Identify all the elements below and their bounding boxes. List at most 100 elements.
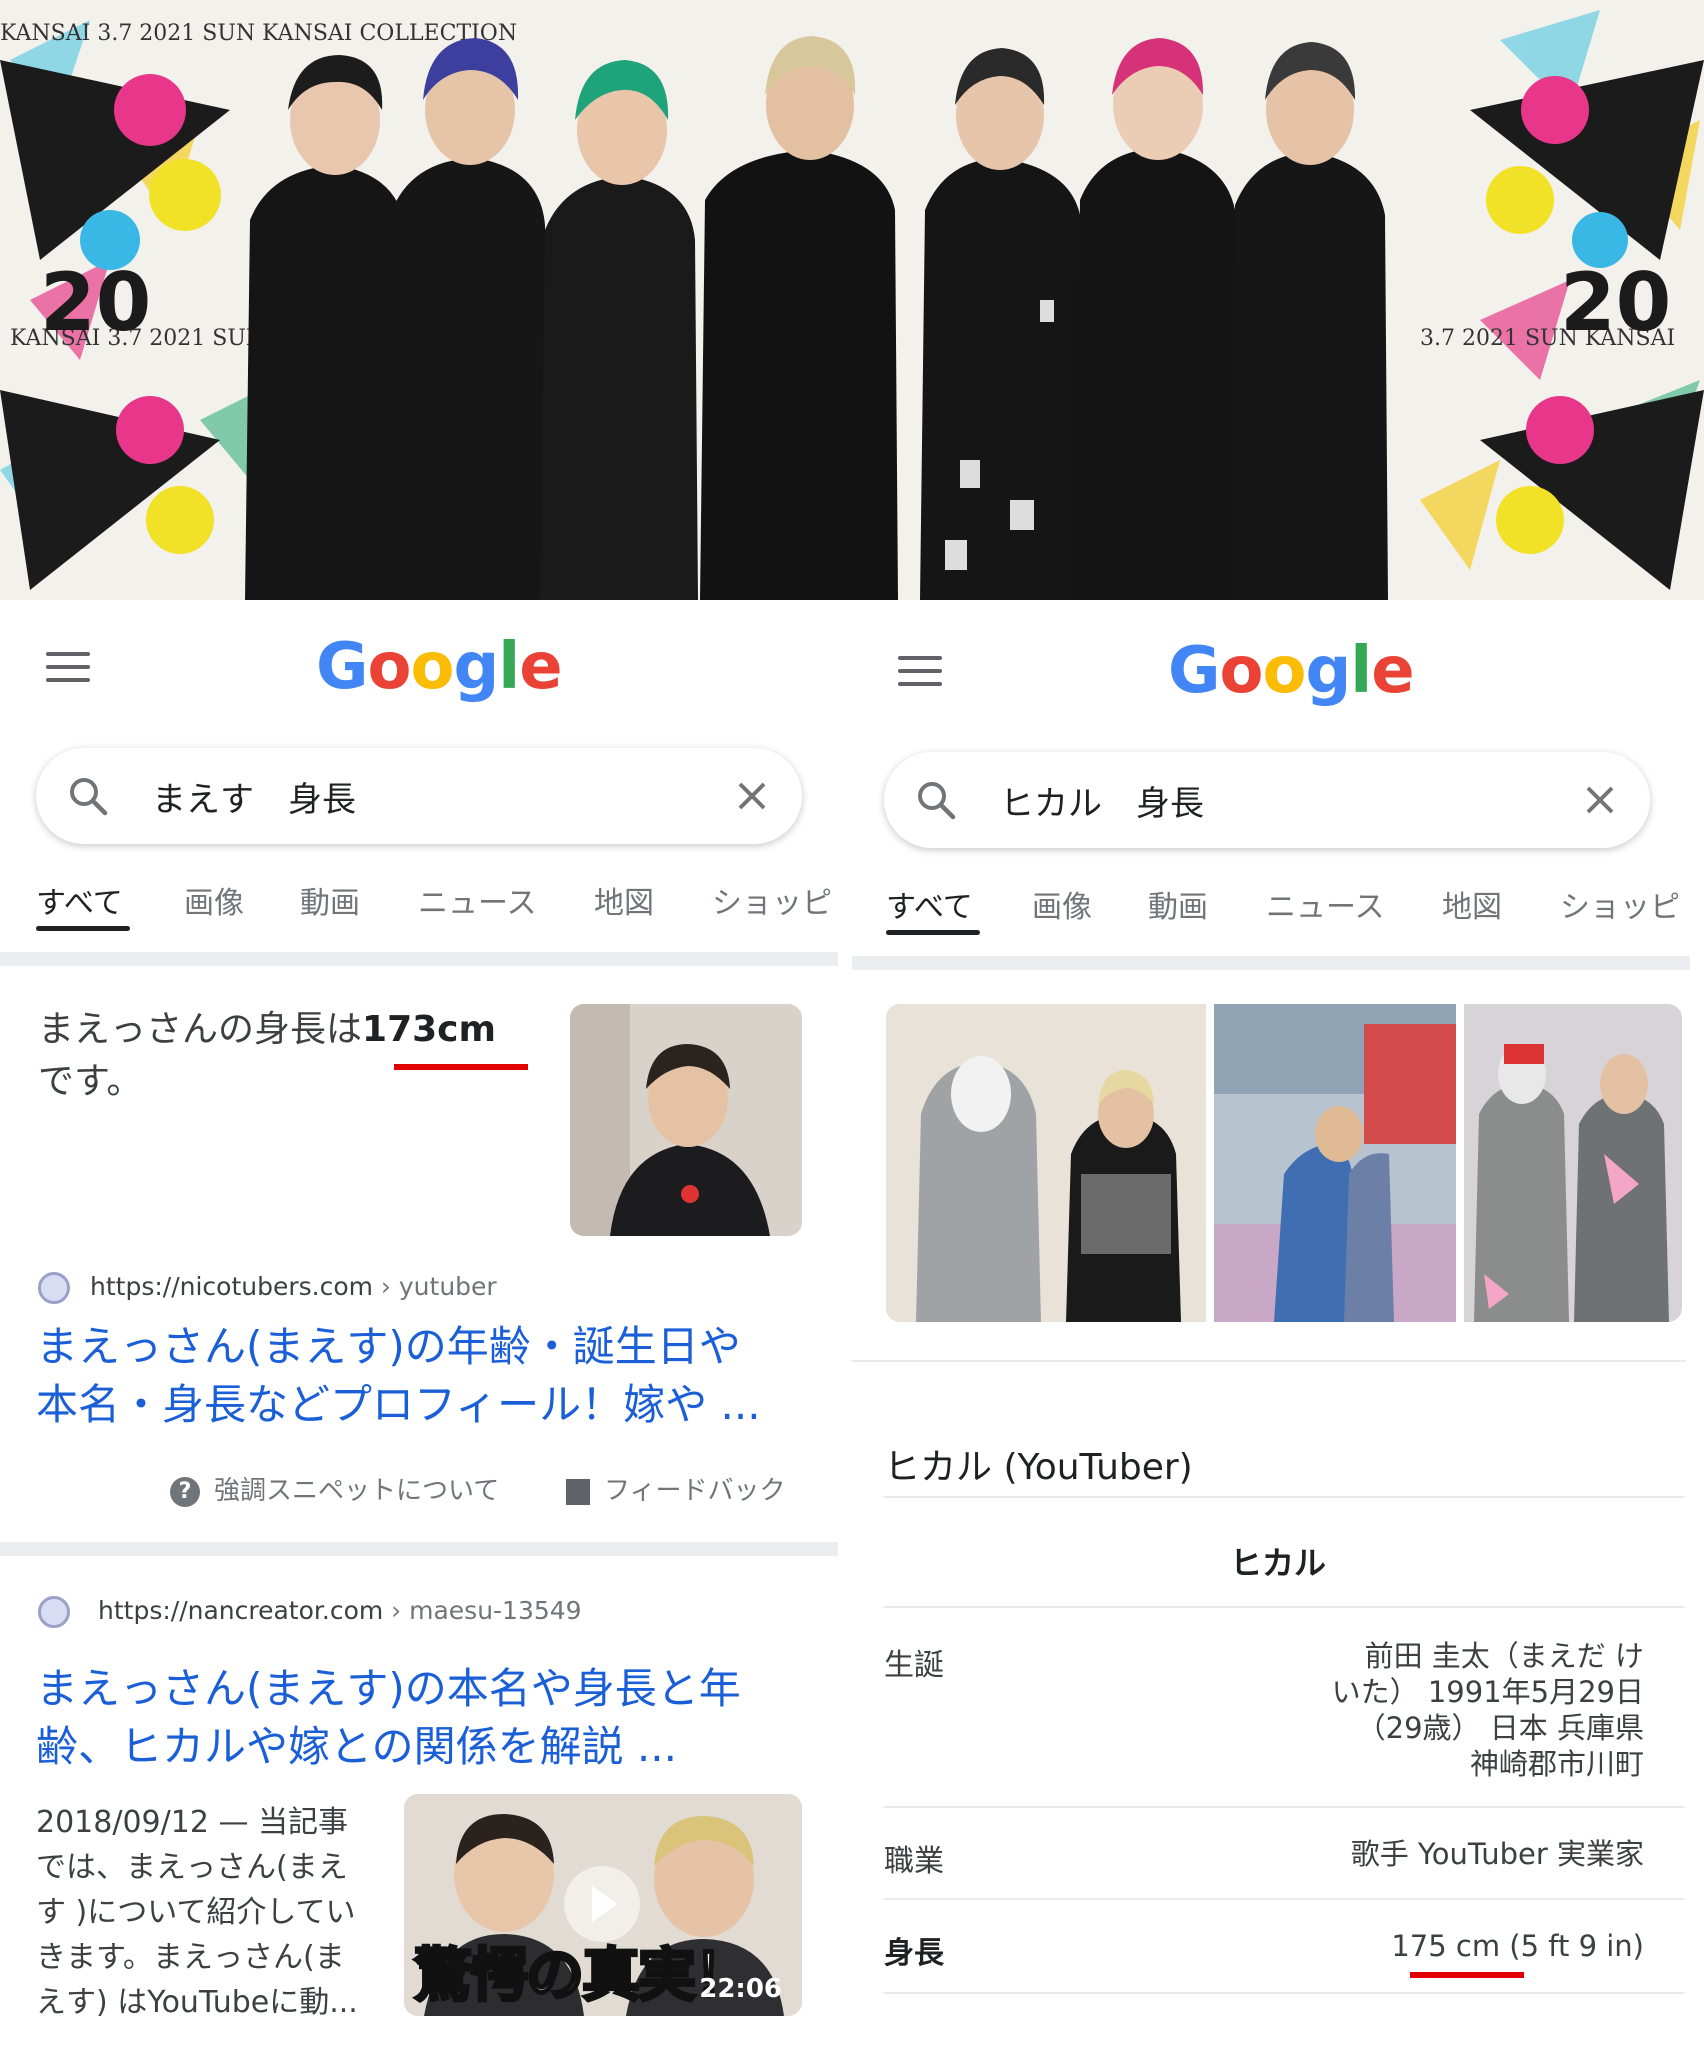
section-divider-2: [0, 1542, 838, 1556]
result1-title-line1: まえっさん(まえす)の年齢・誕生日や: [36, 1322, 741, 1371]
answer-prefix: まえっさんの身長は: [38, 1009, 363, 1050]
active-tab-indicator-2: [886, 930, 980, 935]
tab-videos-2[interactable]: 動画: [1148, 882, 1208, 926]
kp-divider-3: [884, 1606, 1684, 1608]
result2-video-thumbnail[interactable]: 驚愕の真実！ 22:06: [404, 1794, 802, 2016]
search-icon-2[interactable]: [914, 778, 958, 822]
result1-title-link[interactable]: まえっさん(まえす)の年齢・誕生日や 本名・身長などプロフィール！嫁や ...: [36, 1318, 836, 1434]
result2-url[interactable]: https://nancreator.com › maesu-13549: [98, 1596, 582, 1625]
tab-images-2[interactable]: 画像: [1032, 882, 1092, 926]
left-search-panel: Google まえす 身長 すべて 画像 動画 ニュース 地図 ショッピ まえっ…: [0, 600, 852, 2048]
result2-snippet-line5: えす) はYouTubeに動...: [36, 1985, 358, 2020]
tab-maps[interactable]: 地図: [594, 878, 654, 922]
result2-snippet-line4: きます。まえっさん(ま: [36, 1940, 345, 1975]
kp-divider-2: [884, 1496, 1684, 1498]
tab-news-2[interactable]: ニュース: [1266, 882, 1385, 926]
born-line3: （29歳） 日本 兵庫県: [1356, 1711, 1644, 1745]
kp-divider-6: [884, 1992, 1684, 1994]
born-line2: いた） 1991年5月29日: [1331, 1675, 1644, 1709]
video-duration: 22:06: [699, 1974, 782, 2004]
height-imperial: (5 ft 9 in): [1500, 1929, 1644, 1963]
snippet-thumbnail[interactable]: [570, 1004, 802, 1236]
result2-title-line1: まえっさん(まえす)の本名や身長と年: [36, 1664, 741, 1713]
feedback-link[interactable]: フィードバック: [566, 1470, 785, 1507]
result1-title-line2: 本名・身長などプロフィール！嫁や ...: [36, 1380, 761, 1429]
height-value: 175 cm (5 ft 9 in): [1391, 1928, 1644, 1964]
about-snippet-label: 強調スニペットについて: [214, 1476, 500, 1506]
image-result-3-picture: [1464, 1004, 1682, 1322]
tab-videos[interactable]: 動画: [300, 878, 360, 922]
feedback-label: フィードバック: [604, 1476, 786, 1506]
image-result-1-picture: [886, 1004, 1206, 1322]
feedback-icon: [566, 1478, 590, 1505]
menu-icon[interactable]: [46, 652, 90, 682]
tab-bar-2: すべて 画像 動画 ニュース 地図 ショッピ: [852, 874, 1692, 946]
google-logo-2[interactable]: Google: [1168, 634, 1415, 708]
knowledge-panel-name: ヒカル: [1229, 1544, 1326, 1582]
kp-divider-4: [884, 1806, 1684, 1808]
search-input[interactable]: まえす 身長: [36, 748, 802, 844]
menu-icon-2[interactable]: [898, 656, 942, 686]
result2-snippet-line3: す )について紹介してい: [36, 1895, 356, 1930]
result1-url[interactable]: https://nicotubers.com › yutuber: [90, 1272, 497, 1301]
result1-site: https://nicotubers.com: [90, 1272, 373, 1301]
section-divider-3: [852, 956, 1690, 970]
about-snippet-link[interactable]: ? 強調スニペットについて: [170, 1470, 499, 1507]
featured-snippet-answer: まえっさんの身長は173cm です。: [38, 1004, 558, 1108]
tab-shopping-2[interactable]: ショッピ: [1560, 882, 1680, 926]
result2-title-line2: 齢、ヒカルや嫁との関係を解説 ...: [36, 1722, 677, 1771]
result2-snippet-line2: では、まえっさん(まえ: [36, 1850, 348, 1885]
tab-images[interactable]: 画像: [184, 878, 244, 922]
result2-crumb: › maesu-13549: [383, 1596, 582, 1625]
right-search-panel: Google ヒカル 身長 すべて 画像 動画 ニュース 地図 ショッピ ヒカル…: [852, 600, 1704, 2048]
result2-snippet-line1: 2018/09/12 — 当記事: [36, 1805, 348, 1840]
tab-all-2[interactable]: すべて: [886, 882, 973, 926]
image-result-1[interactable]: [886, 1004, 1206, 1322]
height-highlight-underline: [1410, 1972, 1524, 1978]
search-query-text-2: ヒカル 身長: [1000, 784, 1204, 824]
clear-icon[interactable]: [730, 774, 774, 818]
backdrop-text: KANSAI 3.7 2021 SUN KANSAI COLLECTION: [0, 21, 517, 46]
born-value: 前田 圭太（まえだ け いた） 1991年5月29日 （29歳） 日本 兵庫県 …: [1332, 1638, 1644, 1782]
tab-bar: すべて 画像 動画 ニュース 地図 ショッピ: [0, 870, 840, 942]
result1-crumb: › yutuber: [372, 1272, 497, 1301]
kp-divider-1: [852, 1360, 1686, 1362]
result2-snippet: 2018/09/12 — 当記事 では、まえっさん(まえ す )について紹介して…: [36, 1800, 376, 2025]
group-photo-illustration: KANSAI 3.7 2021 SUN KANSAI COLLECTION KA…: [0, 0, 1704, 600]
backdrop-numeral: 20: [40, 256, 151, 349]
active-tab-indicator: [36, 926, 130, 931]
section-divider: [0, 952, 838, 966]
result2-title-link[interactable]: まえっさん(まえす)の本名や身長と年 齢、ヒカルや嫁との関係を解説 ...: [36, 1660, 836, 1776]
google-logo[interactable]: Google: [316, 630, 563, 704]
tab-news[interactable]: ニュース: [418, 878, 537, 922]
answer-value: 173cm: [362, 1009, 497, 1050]
image-result-3[interactable]: [1464, 1004, 1682, 1322]
image-result-2-picture: [1214, 1004, 1456, 1322]
backdrop-numeral-2: 20: [1560, 256, 1671, 349]
help-icon: ?: [170, 1476, 200, 1507]
search-input-2[interactable]: ヒカル 身長: [884, 752, 1650, 848]
answer-highlight-underline: [394, 1064, 528, 1070]
job-label: 職業: [884, 1844, 944, 1879]
site-favicon-icon-2: [38, 1596, 70, 1628]
group-photo: KANSAI 3.7 2021 SUN KANSAI COLLECTION KA…: [0, 0, 1704, 600]
search-query-text: まえす 身長: [152, 780, 356, 820]
tab-all[interactable]: すべて: [36, 878, 123, 922]
snippet-thumbnail-image: [570, 1004, 802, 1236]
result2-site: https://nancreator.com: [98, 1596, 384, 1625]
kp-divider-5: [884, 1898, 1684, 1900]
born-label: 生誕: [884, 1648, 944, 1683]
born-line1: 前田 圭太（まえだ け: [1364, 1639, 1644, 1673]
tab-maps-2[interactable]: 地図: [1442, 882, 1502, 926]
height-label: 身長: [884, 1936, 944, 1971]
job-value: 歌手 YouTuber 実業家: [1350, 1837, 1644, 1871]
image-result-2[interactable]: [1214, 1004, 1456, 1322]
site-favicon-icon: [38, 1272, 70, 1304]
search-icon[interactable]: [66, 774, 110, 818]
knowledge-panel-title: ヒカル (YouTuber): [884, 1447, 1193, 1488]
tab-shopping[interactable]: ショッピ: [712, 878, 832, 922]
height-metric: 175 cm: [1391, 1929, 1501, 1963]
clear-icon-2[interactable]: [1578, 778, 1622, 822]
answer-suffix: です。: [38, 1061, 143, 1102]
born-line4: 神崎郡市川町: [1469, 1747, 1644, 1781]
